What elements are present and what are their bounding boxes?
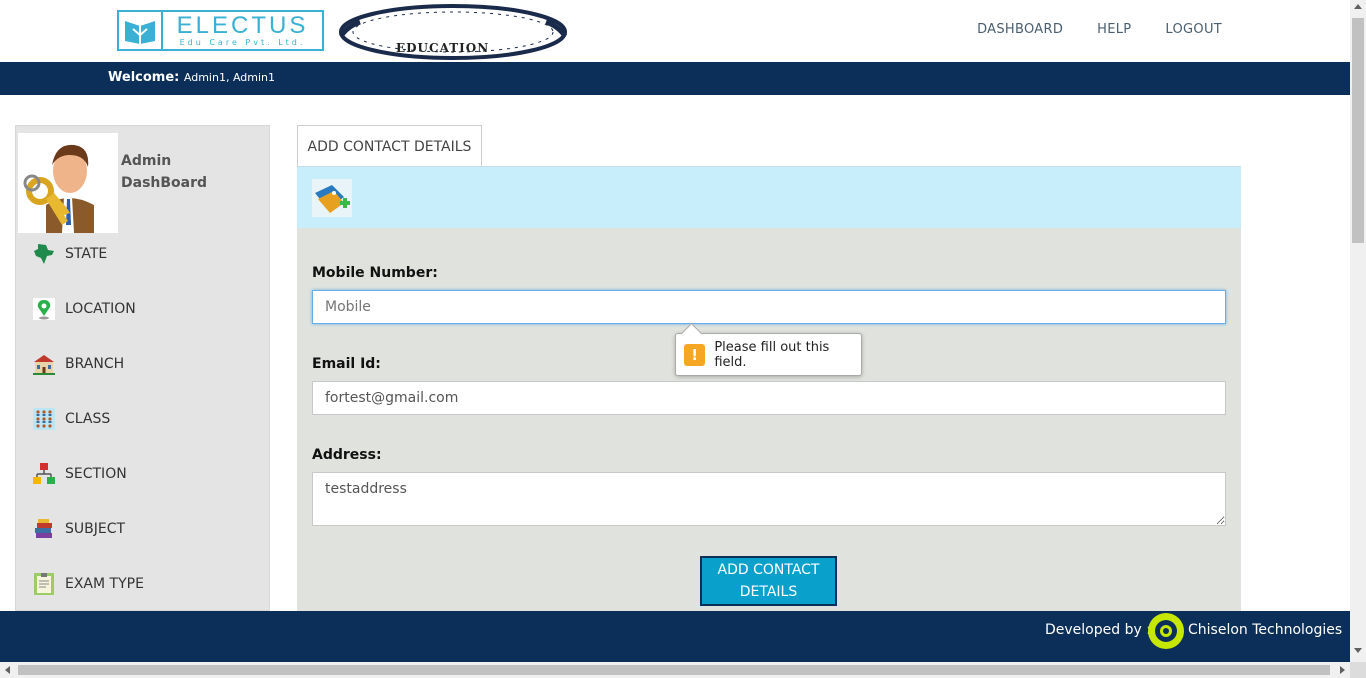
book-icon [119, 12, 163, 49]
horizontal-scrollbar[interactable] [0, 662, 1350, 678]
admin-avatar [18, 133, 118, 233]
nav-logout[interactable]: LOGOUT [1165, 22, 1222, 37]
nav-dashboard[interactable]: DASHBOARD [977, 22, 1063, 37]
electus-logo[interactable]: ELECTUS Edu Care Pvt. Ltd. [117, 10, 324, 51]
email-input[interactable] [312, 381, 1226, 415]
sidebar-item-branch[interactable]: BRANCH [32, 349, 262, 379]
sidebar: Admin DashBoard STATE LOCATION BRANCH CL… [15, 125, 270, 611]
scroll-left-icon[interactable] [5, 666, 10, 674]
company-name[interactable]: Chiselon Technologies [1188, 622, 1342, 638]
welcome-user: Admin1, Admin1 [183, 71, 275, 84]
warning-icon: ! [684, 343, 706, 366]
location-pin-icon [32, 297, 56, 321]
welcome-text: Welcome: Admin1, Admin1 [108, 70, 275, 85]
top-nav: DASHBOARD HELP LOGOUT [943, 22, 1350, 37]
sidebar-item-class[interactable]: CLASS [32, 404, 262, 434]
address-textarea[interactable]: testaddress [312, 472, 1226, 526]
mobile-input[interactable] [312, 290, 1226, 324]
panel-header [297, 166, 1241, 228]
address-label: Address: [312, 447, 382, 463]
chiselon-logo-icon [1147, 612, 1185, 654]
admin-dashboard-label: Admin DashBoard [121, 150, 207, 194]
admin-label-line2: DashBoard [121, 175, 208, 191]
submit-label-line1: ADD CONTACT [717, 562, 820, 578]
tab-add-contact-details[interactable]: ADD CONTACT DETAILS [297, 125, 482, 167]
education-logo: EDUCATION [338, 0, 570, 60]
add-contact-details-button[interactable]: ADD CONTACT DETAILS [700, 556, 837, 606]
building-icon [32, 352, 56, 376]
sidebar-item-state[interactable]: STATE [32, 239, 262, 269]
india-map-icon [32, 242, 56, 266]
email-label: Email Id: [312, 356, 381, 372]
welcome-bar: Welcome: Admin1, Admin1 [0, 62, 1350, 95]
sidebar-item-label: SECTION [65, 466, 127, 482]
validation-tooltip: ! Please fill out this field. [675, 333, 862, 376]
form-panel [297, 228, 1241, 611]
add-tag-icon [312, 179, 352, 221]
vertical-scroll-thumb[interactable] [1352, 18, 1364, 243]
hierarchy-icon [32, 462, 56, 486]
books-icon [32, 517, 56, 541]
validation-message: Please fill out this field. [714, 339, 830, 370]
scrollbar-corner [1350, 662, 1366, 678]
submit-label-line2: DETAILS [739, 584, 798, 600]
welcome-label: Welcome: [108, 70, 180, 85]
header: ELECTUS Edu Care Pvt. Ltd. EDUCATION DAS… [0, 0, 1350, 62]
sidebar-item-label: SUBJECT [65, 521, 126, 537]
vertical-scrollbar[interactable] [1350, 0, 1366, 662]
developed-by-label: Developed by : [1045, 622, 1151, 638]
sidebar-item-label: CLASS [65, 411, 111, 427]
logo-subtitle: Edu Care Pvt. Ltd. [179, 37, 306, 47]
sidebar-item-label: EXAM TYPE [65, 576, 144, 592]
sidebar-item-label: LOCATION [65, 301, 136, 317]
sidebar-item-location[interactable]: LOCATION [32, 294, 262, 324]
sidebar-item-label: BRANCH [65, 356, 125, 372]
logo-name: ELECTUS [176, 11, 309, 39]
sidebar-item-label: STATE [65, 246, 108, 262]
class-grid-icon [32, 407, 56, 431]
admin-label-line1: Admin [121, 153, 172, 169]
horizontal-scroll-thumb[interactable] [18, 665, 1330, 675]
scroll-up-icon[interactable] [1354, 4, 1362, 9]
mobile-label: Mobile Number: [312, 265, 438, 281]
nav-help[interactable]: HELP [1097, 22, 1131, 37]
clipboard-icon [32, 572, 56, 596]
sidebar-item-section[interactable]: SECTION [32, 459, 262, 489]
scroll-down-icon[interactable] [1354, 648, 1362, 653]
scroll-right-icon[interactable] [1340, 666, 1345, 674]
education-logo-text: EDUCATION [396, 41, 490, 55]
sidebar-item-exam-type[interactable]: EXAM TYPE [32, 569, 262, 599]
sidebar-item-subject[interactable]: SUBJECT [32, 514, 262, 544]
